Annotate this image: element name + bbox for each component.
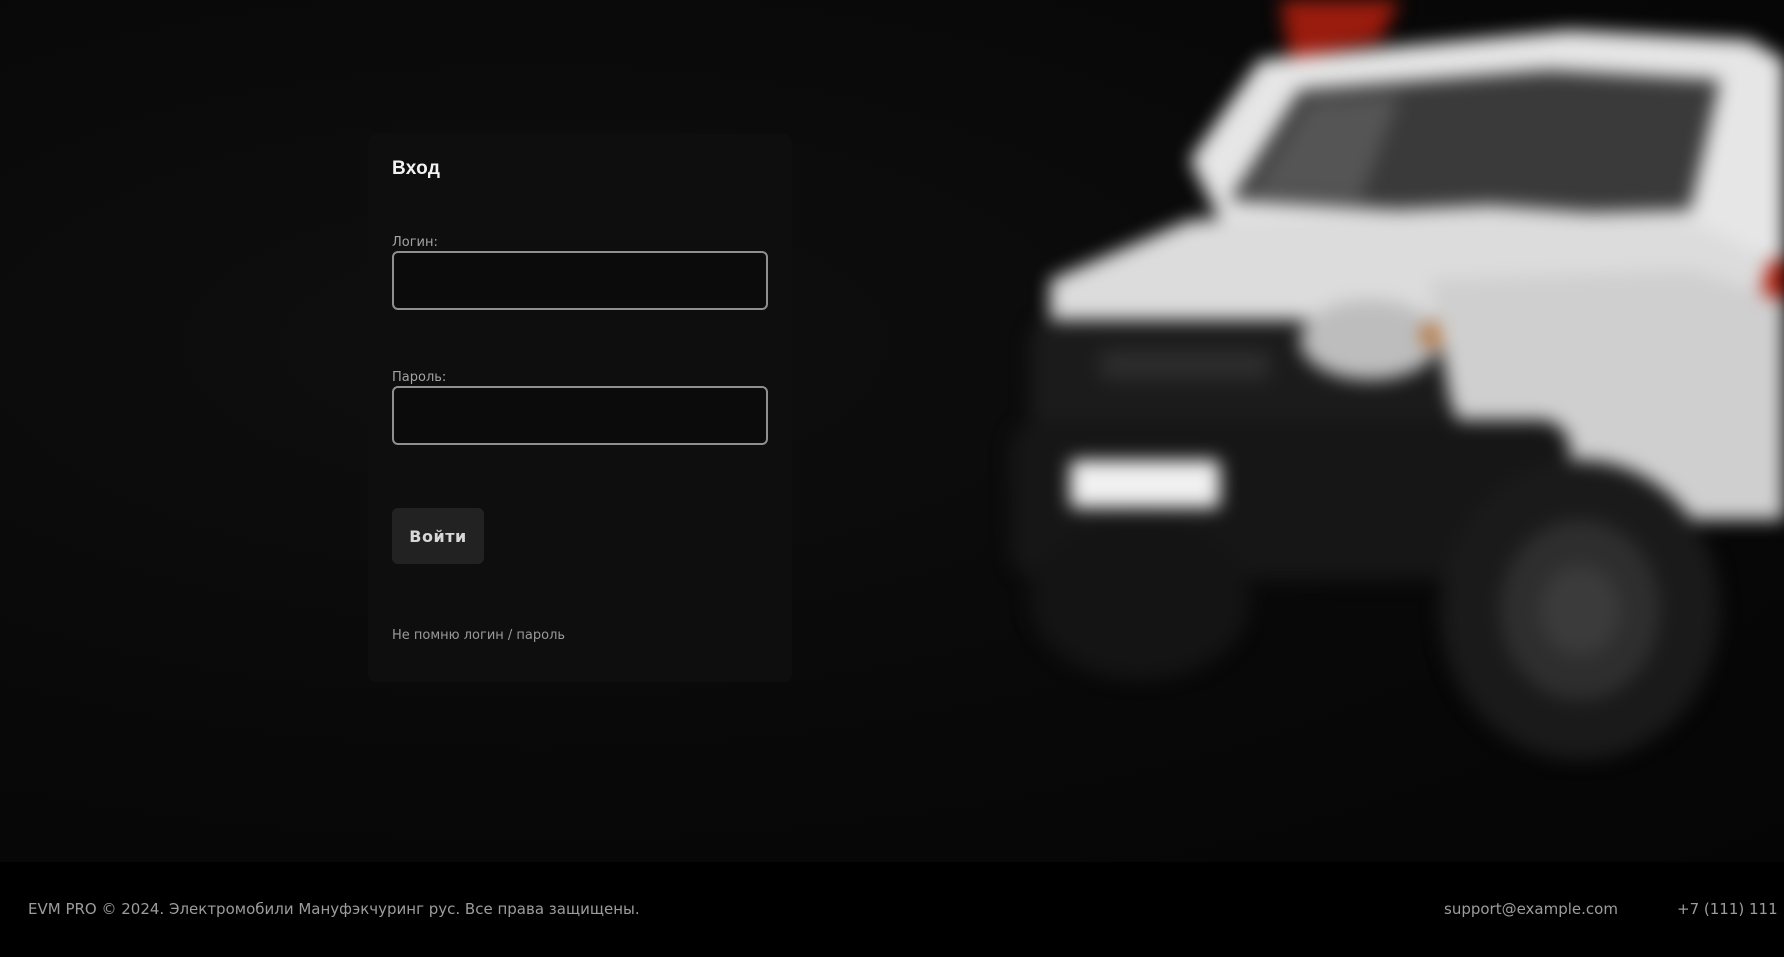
footer-copyright: EVM PRO © 2024. Электромобили Мануфэкчур… <box>28 900 640 918</box>
password-input[interactable] <box>392 386 768 445</box>
login-card: Вход Логин: Пароль: Войти Не помню логин… <box>368 134 792 682</box>
vehicle-background-image <box>930 0 1784 760</box>
footer: EVM PRO © 2024. Электромобили Мануфэкчур… <box>0 862 1784 957</box>
password-label: Пароль: <box>392 370 447 385</box>
login-page: Вход Логин: Пароль: Войти Не помню логин… <box>0 0 1784 957</box>
footer-phone-link[interactable]: +7 (111) 111 11 11 <box>1677 900 1784 918</box>
footer-email-link[interactable]: support@example.com <box>1444 900 1618 918</box>
forgot-credentials-link[interactable]: Не помню логин / пароль <box>392 628 565 643</box>
login-button[interactable]: Войти <box>392 508 484 564</box>
hero-background: Вход Логин: Пароль: Войти Не помню логин… <box>0 0 1784 862</box>
login-input[interactable] <box>392 251 768 310</box>
login-label: Логин: <box>392 235 438 250</box>
login-title: Вход <box>392 158 441 179</box>
